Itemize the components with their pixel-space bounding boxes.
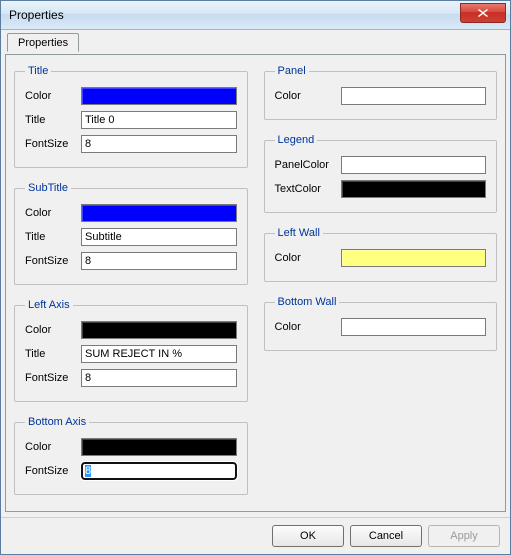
group-left-axis-legend: Left Axis (25, 299, 73, 311)
title-color-label: Color (25, 90, 81, 102)
cancel-button[interactable]: Cancel (350, 525, 422, 547)
tabstrip: Properties (5, 32, 506, 54)
bottomaxis-fontsize-input[interactable] (81, 462, 237, 480)
group-subtitle: SubTitle Color Title FontSize (14, 182, 248, 285)
group-bottom-axis: Bottom Axis Color FontSize (14, 416, 248, 495)
group-bottom-axis-legend: Bottom Axis (25, 416, 89, 428)
group-legend: Legend PanelColor TextColor (264, 134, 498, 213)
leftaxis-title-input[interactable] (81, 345, 237, 363)
panel-color-label: Color (275, 90, 341, 102)
group-left-axis: Left Axis Color Title FontSize (14, 299, 248, 402)
panel-color-swatch[interactable] (341, 87, 487, 105)
close-icon (478, 9, 488, 17)
tab-page-properties: Title Color Title FontSize (5, 54, 506, 512)
title-color-swatch[interactable] (81, 87, 237, 105)
group-bottom-wall-legend: Bottom Wall (275, 296, 340, 308)
subtitle-color-swatch[interactable] (81, 204, 237, 222)
group-bottom-wall: Bottom Wall Color (264, 296, 498, 351)
window-title: Properties (9, 8, 64, 22)
title-title-input[interactable] (81, 111, 237, 129)
title-title-label: Title (25, 114, 81, 126)
titlebar: Properties (1, 1, 510, 30)
leftaxis-title-label: Title (25, 348, 81, 360)
tab-properties[interactable]: Properties (7, 33, 79, 52)
bottomwall-color-label: Color (275, 321, 341, 333)
bottomaxis-color-label: Color (25, 441, 81, 453)
left-column: Title Color Title FontSize (14, 65, 248, 495)
bottomwall-color-swatch[interactable] (341, 318, 487, 336)
title-fontsize-input[interactable] (81, 135, 237, 153)
group-subtitle-legend: SubTitle (25, 182, 71, 194)
subtitle-title-label: Title (25, 231, 81, 243)
legend-textcolor-swatch[interactable] (341, 180, 487, 198)
group-panel: Panel Color (264, 65, 498, 120)
subtitle-color-label: Color (25, 207, 81, 219)
group-title-legend: Title (25, 65, 51, 77)
apply-button[interactable]: Apply (428, 525, 500, 547)
subtitle-fontsize-input[interactable] (81, 252, 237, 270)
group-legend-legend: Legend (275, 134, 318, 146)
properties-window: Properties Properties Title Color (0, 0, 511, 555)
title-fontsize-label: FontSize (25, 138, 81, 150)
leftaxis-fontsize-input[interactable] (81, 369, 237, 387)
subtitle-fontsize-label: FontSize (25, 255, 81, 267)
button-bar: OK Cancel Apply (1, 517, 510, 554)
leftwall-color-label: Color (275, 252, 341, 264)
right-column: Panel Color Legend PanelColor (264, 65, 498, 495)
group-title: Title Color Title FontSize (14, 65, 248, 168)
window-close-button[interactable] (460, 3, 506, 23)
subtitle-title-input[interactable] (81, 228, 237, 246)
bottomaxis-fontsize-label: FontSize (25, 465, 81, 477)
group-left-wall: Left Wall Color (264, 227, 498, 282)
group-left-wall-legend: Left Wall (275, 227, 323, 239)
leftwall-color-swatch[interactable] (341, 249, 487, 267)
client-area: Properties Title Color Title (1, 30, 510, 517)
leftaxis-color-label: Color (25, 324, 81, 336)
legend-panelcolor-swatch[interactable] (341, 156, 487, 174)
bottomaxis-color-swatch[interactable] (81, 438, 237, 456)
legend-panelcolor-label: PanelColor (275, 159, 341, 171)
legend-textcolor-label: TextColor (275, 183, 341, 195)
leftaxis-color-swatch[interactable] (81, 321, 237, 339)
ok-button[interactable]: OK (272, 525, 344, 547)
group-panel-legend: Panel (275, 65, 309, 77)
leftaxis-fontsize-label: FontSize (25, 372, 81, 384)
